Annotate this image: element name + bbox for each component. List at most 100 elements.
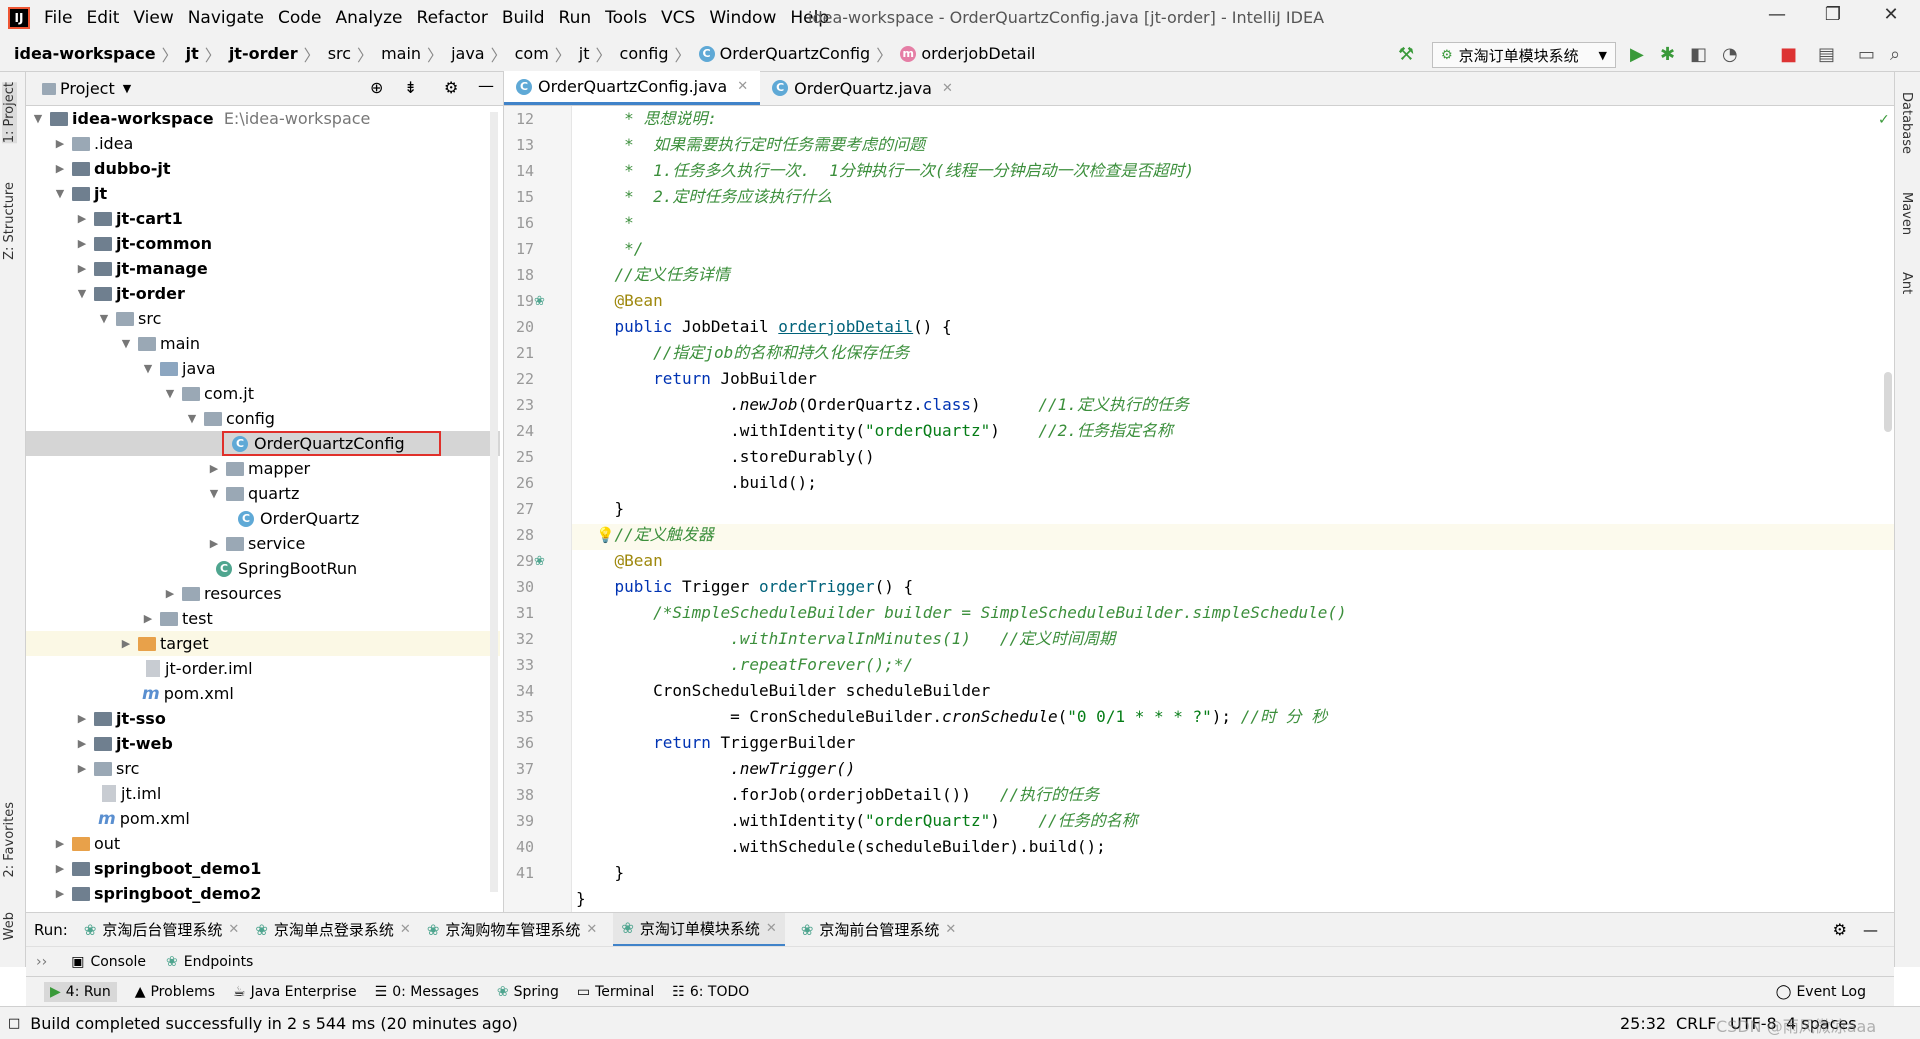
run-configuration-select[interactable]: ⚙ 京淘订单模块系统 ▼ <box>1432 42 1616 68</box>
breadcrumb-java[interactable]: java <box>451 44 485 63</box>
tree-item-com-jt[interactable]: ▼ com.jt <box>26 381 496 406</box>
tab-database[interactable]: Database <box>1899 92 1914 154</box>
tool-tab-event-log[interactable]: ◯ Event Log <box>1776 984 1866 1000</box>
menu-build[interactable]: Build <box>502 8 545 28</box>
tree-item-jt-common[interactable]: ▶ jt-common <box>26 231 496 256</box>
locate-icon[interactable]: ⊕ <box>370 78 383 97</box>
debug-icon[interactable]: ✱ <box>1660 44 1675 65</box>
tab-project[interactable]: 1: Project <box>2 82 17 144</box>
menu-file[interactable]: File <box>44 8 72 28</box>
code-line[interactable]: = CronScheduleBuilder.cronSchedule("0 0/… <box>576 704 1327 730</box>
tab-orderquartzconfig[interactable]: C OrderQuartzConfig.java ✕ <box>504 71 761 105</box>
chevron-down-icon[interactable]: ▼ <box>123 82 131 95</box>
minimize-icon[interactable]: — <box>1762 4 1792 30</box>
tab-favorites[interactable]: 2: Favorites <box>2 802 17 878</box>
tool-tab-messages[interactable]: ☰ 0: Messages <box>375 984 479 1000</box>
breadcrumb-jt-order[interactable]: jt-order <box>229 44 298 63</box>
tool-tab-problems[interactable]: ▲ Problems <box>135 984 215 1000</box>
tree-item-jt-src[interactable]: ▶ src <box>26 756 496 781</box>
menu-tools[interactable]: Tools <box>605 8 647 28</box>
expand-icon[interactable]: ›› <box>36 954 47 970</box>
tree-item-jt-order-iml[interactable]: jt-order.iml <box>26 656 496 681</box>
build-hammer-icon[interactable]: ⚒ <box>1398 44 1414 65</box>
tool-tab-todo[interactable]: ☷ 6: TODO <box>672 984 749 1000</box>
spring-bean-icon[interactable]: ❀ <box>534 294 545 309</box>
code-line[interactable]: * 1.任务多久执行一次. 1分钟执行一次(线程一分钟启动一次检查是否超时) <box>576 158 1194 184</box>
code-line[interactable]: .storeDurably() <box>576 444 875 470</box>
tab-orderquartz[interactable]: C OrderQuartz.java ✕ <box>760 71 965 105</box>
tree-item-idea-workspace[interactable]: ▼ idea-workspace E:\idea-workspace <box>26 106 496 131</box>
menu-view[interactable]: View <box>133 8 173 28</box>
code-line[interactable]: * 思想说明: <box>576 106 717 132</box>
tree-item-jt-web[interactable]: ▶ jt-web <box>26 731 496 756</box>
gear-icon[interactable]: ⚙ <box>1833 920 1847 939</box>
status-toggle-icon[interactable]: □ <box>8 1016 20 1031</box>
run-icon[interactable]: ▶ <box>1630 44 1644 65</box>
code-line[interactable]: //定义任务详情 <box>576 262 730 288</box>
tool-tab-java-enterprise[interactable]: ☕ Java Enterprise <box>233 984 357 1000</box>
code-line[interactable]: @Bean <box>576 548 663 574</box>
tool-tab-run[interactable]: ▶ 4: Run <box>44 981 117 1002</box>
menu-refactor[interactable]: Refactor <box>417 8 488 28</box>
tree-item-mapper[interactable]: ▶ mapper <box>26 456 496 481</box>
tab-endpoints[interactable]: Endpoints <box>184 954 254 970</box>
tree-item-service[interactable]: ▶ service <box>26 531 496 556</box>
breadcrumb-class[interactable]: OrderQuartzConfig <box>720 44 871 63</box>
tree-item-config[interactable]: ▼ config <box>26 406 496 431</box>
code-line[interactable]: * <box>576 210 634 236</box>
close-icon[interactable]: ✕ <box>1876 4 1906 30</box>
search-icon[interactable]: ⌕ <box>1890 44 1900 65</box>
code-line[interactable]: .withIdentity("orderQuartz") //2.任务指定名称 <box>576 418 1173 444</box>
menu-run[interactable]: Run <box>559 8 592 28</box>
code-line[interactable]: .newJob(OrderQuartz.class) //1.定义执行的任务 <box>576 392 1189 418</box>
layout-icon[interactable]: ▭ <box>1858 44 1875 65</box>
run-tab[interactable]: ❀ 京淘单点登录系统 ✕ <box>255 919 411 940</box>
tree-item-orderquartz[interactable]: C OrderQuartz <box>26 506 496 531</box>
run-tab[interactable]: ❀ 京淘后台管理系统 ✕ <box>84 919 240 940</box>
tool-tab-terminal[interactable]: ▭ Terminal <box>577 984 654 1000</box>
run-tab-active[interactable]: ❀ 京淘订单模块系统 ✕ <box>613 912 785 947</box>
code-line[interactable]: //定义触发器 <box>576 522 714 548</box>
run-tab[interactable]: ❀ 京淘购物车管理系统 ✕ <box>427 919 598 940</box>
tree-item-pom-xml[interactable]: m pom.xml <box>26 681 496 706</box>
tab-web[interactable]: Web <box>2 912 17 940</box>
code-line[interactable]: public Trigger orderTrigger() { <box>576 574 914 600</box>
close-tab-icon[interactable]: ✕ <box>228 922 239 937</box>
code-line[interactable]: .withIdentity("orderQuartz") //任务的名称 <box>576 808 1138 834</box>
tree-item-springboot-demo1[interactable]: ▶ springboot_demo1 <box>26 856 496 881</box>
code-line[interactable]: return TriggerBuilder <box>576 730 855 756</box>
code-line[interactable]: .build(); <box>576 470 817 496</box>
project-scrollbar[interactable] <box>490 112 498 892</box>
breadcrumb-src[interactable]: src <box>328 44 351 63</box>
run-tab[interactable]: ❀ 京淘前台管理系统 ✕ <box>801 919 957 940</box>
tree-item-quartz[interactable]: ▼ quartz <box>26 481 496 506</box>
tree-item-main[interactable]: ▼ main <box>26 331 496 356</box>
breadcrumb-main[interactable]: main <box>381 44 421 63</box>
code-line[interactable]: return JobBuilder <box>576 366 817 392</box>
tree-item-java[interactable]: ▼ java <box>26 356 496 381</box>
code-line[interactable]: } <box>576 860 625 886</box>
tree-item-idea[interactable]: ▶ .idea <box>26 131 496 156</box>
profile-icon[interactable]: ◔ <box>1722 44 1738 65</box>
code-line[interactable]: .withIntervalInMinutes(1) //定义时间周期 <box>576 626 1115 652</box>
stop-icon[interactable]: ■ <box>1780 44 1797 65</box>
tree-item-springbootrun[interactable]: C SpringBootRun <box>26 556 496 581</box>
tree-item-jt-order[interactable]: ▼ jt-order <box>26 281 496 306</box>
status-message[interactable]: Build completed successfully in 2 s 544 … <box>30 1014 518 1033</box>
code-line[interactable]: CronScheduleBuilder scheduleBuilder <box>576 678 990 704</box>
tab-structure[interactable]: Z: Structure <box>2 182 17 260</box>
code-line[interactable]: } <box>576 496 625 522</box>
tree-item-jt-manage[interactable]: ▶ jt-manage <box>26 256 496 281</box>
tab-maven[interactable]: Maven <box>1899 192 1914 235</box>
breadcrumb-com[interactable]: com <box>515 44 549 63</box>
breadcrumb-jt[interactable]: jt <box>186 44 199 63</box>
code-line[interactable]: /*SimpleScheduleBuilder builder = Simple… <box>576 600 1347 626</box>
menu-analyze[interactable]: Analyze <box>336 8 403 28</box>
close-tab-icon[interactable]: ✕ <box>737 79 748 94</box>
tree-item-jt-iml[interactable]: jt.iml <box>26 781 496 806</box>
hide-icon[interactable]: — <box>1863 921 1878 939</box>
breadcrumb-jt-pkg[interactable]: jt <box>579 44 590 63</box>
restore-icon[interactable]: ❐ <box>1818 4 1848 30</box>
tree-item-resources[interactable]: ▶ resources <box>26 581 496 606</box>
breadcrumb-config[interactable]: config <box>620 44 669 63</box>
